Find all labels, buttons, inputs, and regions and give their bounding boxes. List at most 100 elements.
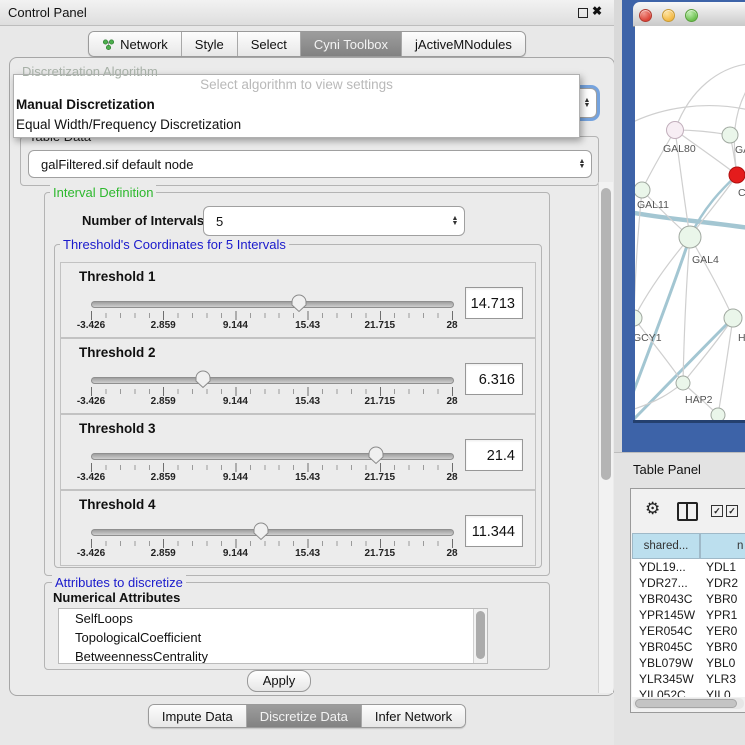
screen: Control Panel ✖ Network Style Select Cyn…	[0, 0, 745, 745]
tick-label: 9.144	[223, 396, 248, 407]
network-node[interactable]	[679, 226, 701, 248]
tick-label: 9.144	[223, 548, 248, 559]
tab-jactivemnodules[interactable]: jActiveMNodules	[401, 32, 525, 56]
network-node[interactable]	[724, 309, 742, 327]
network-node[interactable]	[711, 408, 725, 420]
threshold-value-input[interactable]: 11.344	[465, 515, 523, 547]
traffic-light-zoom[interactable]	[685, 9, 698, 22]
horizontal-scrollbar[interactable]	[633, 698, 744, 709]
table-row[interactable]: YDL19...YDL1	[632, 559, 745, 575]
network-canvas[interactable]: GAL80GACGAL11GAL4GCY1HHAP2	[635, 26, 745, 420]
tick-label: 15.43	[295, 396, 320, 407]
table-panel-title: Table Panel	[633, 462, 701, 477]
tick-label: 2.859	[151, 472, 176, 483]
network-edge[interactable]	[690, 175, 737, 237]
table-row[interactable]: YBR045CYBR0	[632, 639, 745, 655]
threshold-value-input[interactable]: 21.4	[465, 439, 523, 471]
float-window-icon[interactable]	[578, 8, 588, 18]
tab-cyni-toolbox[interactable]: Cyni Toolbox	[300, 32, 401, 56]
threshold-label: Threshold 4	[79, 497, 156, 512]
checkbox-icon[interactable]: ✓	[726, 505, 738, 517]
table-data-combobox[interactable]: galFiltered.sif default node ▲▼	[28, 150, 592, 178]
network-edge[interactable]	[690, 237, 733, 318]
right-column: GAL80GACGAL11GAL4GCY1HHAP2 Table Panel ⚙…	[614, 0, 745, 745]
intervals-value: 5	[204, 214, 446, 229]
dropdown-option-manual[interactable]: Manual Discretization	[14, 95, 579, 115]
network-edge[interactable]	[675, 64, 745, 130]
network-edge[interactable]	[635, 237, 690, 398]
attribute-item[interactable]: TopologicalCoefficient	[59, 628, 487, 647]
attribute-item[interactable]: SelfLoops	[59, 609, 487, 628]
combo-arrows-icon[interactable]: ▲▼	[578, 98, 596, 108]
slider-track[interactable]	[91, 453, 454, 460]
network-node[interactable]	[667, 122, 684, 139]
network-node[interactable]	[722, 127, 738, 143]
tab-infer-network[interactable]: Infer Network	[361, 705, 465, 727]
window-bottom-shadow	[633, 420, 745, 423]
table-row[interactable]: YER054CYER0	[632, 623, 745, 639]
horizontal-scrollbar-thumb[interactable]	[635, 699, 737, 708]
column-header-shared[interactable]: shared...	[632, 533, 700, 559]
tab-label: Network	[120, 37, 168, 52]
network-node[interactable]	[729, 167, 745, 183]
checkbox-icon[interactable]: ✓	[711, 505, 723, 517]
slider-track[interactable]	[91, 377, 454, 384]
table-row[interactable]: YLR345WYLR3	[632, 671, 745, 687]
tab-discretize-data[interactable]: Discretize Data	[246, 705, 361, 727]
tab-impute-data[interactable]: Impute Data	[149, 705, 246, 727]
network-edge[interactable]	[635, 237, 690, 318]
attributes-group-title: Attributes to discretize	[52, 575, 186, 590]
column-header-name[interactable]: n	[700, 533, 745, 559]
close-icon[interactable]: ✖	[592, 4, 602, 18]
main-scrollbar[interactable]	[598, 182, 613, 693]
attributes-list[interactable]: SelfLoops TopologicalCoefficient Between…	[58, 608, 488, 664]
number-of-intervals-spinner[interactable]: 5 ▲▼	[203, 206, 465, 236]
slider-track[interactable]	[91, 529, 454, 536]
table-row[interactable]: YIL052CYIL0	[632, 687, 745, 697]
list-scrollbar[interactable]	[473, 609, 487, 663]
tick-label: 28	[446, 548, 457, 559]
tab-select[interactable]: Select	[237, 32, 300, 56]
network-node[interactable]	[676, 376, 690, 390]
network-node[interactable]	[635, 310, 642, 326]
combo-arrows-icon[interactable]: ▲▼	[573, 159, 591, 169]
table-row[interactable]: YPR145WYPR1	[632, 607, 745, 623]
tab-network[interactable]: Network	[89, 32, 181, 56]
tab-style[interactable]: Style	[181, 32, 237, 56]
network-edge[interactable]	[635, 383, 683, 410]
table-row[interactable]: YBR043CYBR0	[632, 591, 745, 607]
traffic-light-minimize[interactable]	[662, 9, 675, 22]
main-scrollbar-thumb[interactable]	[601, 188, 611, 480]
network-edge[interactable]	[683, 318, 733, 383]
threshold-card: Threshold 2 -3.426 2.859 9.144 15.43 21.…	[60, 338, 536, 414]
network-window-titlebar[interactable]	[633, 2, 745, 27]
network-edge[interactable]	[642, 130, 675, 190]
apply-button[interactable]: Apply	[247, 670, 311, 692]
list-scrollbar-thumb[interactable]	[476, 611, 485, 659]
slider-track[interactable]	[91, 301, 454, 308]
threshold-value-input[interactable]: 6.316	[465, 363, 523, 395]
tab-label: Cyni Toolbox	[314, 37, 388, 52]
network-node[interactable]	[635, 182, 650, 198]
network-window[interactable]: GAL80GACGAL11GAL4GCY1HHAP2	[622, 0, 745, 452]
table-data-value: galFiltered.sif default node	[29, 157, 573, 172]
attribute-item[interactable]: BetweennessCentrality	[59, 647, 487, 664]
tab-label: Style	[195, 37, 224, 52]
traffic-light-close[interactable]	[639, 9, 652, 22]
dropdown-option-equal-width[interactable]: Equal Width/Frequency Discretization	[14, 115, 579, 135]
table-row[interactable]: YDR27...YDR2	[632, 575, 745, 591]
settings-gear-icon[interactable]: ⚙	[645, 500, 660, 517]
tick-label: -3.426	[77, 396, 105, 407]
tick-label: 21.715	[365, 396, 396, 407]
panel-title: Control Panel	[8, 5, 87, 20]
network-graph[interactable]: GAL80GACGAL11GAL4GCY1HHAP2	[635, 26, 745, 420]
bottom-tab-bar: Impute Data Discretize Data Infer Networ…	[0, 704, 614, 728]
split-columns-icon[interactable]	[677, 502, 698, 521]
network-edge[interactable]	[635, 106, 745, 124]
tick-label: 21.715	[365, 548, 396, 559]
table-row[interactable]: YBL079WYBL0	[632, 655, 745, 671]
slider-ticks	[91, 463, 453, 472]
spinner-arrows-icon[interactable]: ▲▼	[446, 216, 464, 226]
threshold-value-input[interactable]: 14.713	[465, 287, 523, 319]
tick-label: 21.715	[365, 472, 396, 483]
